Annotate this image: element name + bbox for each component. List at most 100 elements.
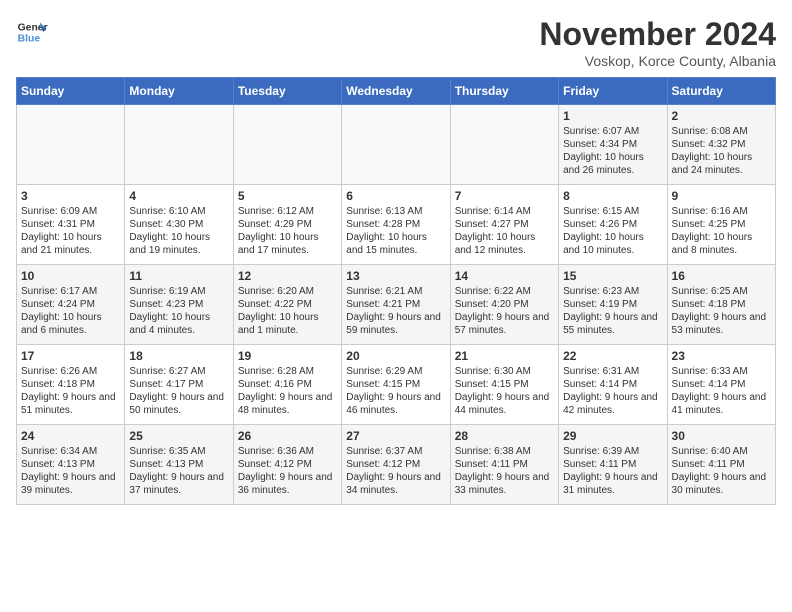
day-number: 23 — [672, 349, 771, 363]
calendar-cell: 26Sunrise: 6:36 AMSunset: 4:12 PMDayligh… — [233, 425, 341, 505]
day-info: Sunset: 4:17 PM — [129, 378, 228, 391]
calendar-cell: 6Sunrise: 6:13 AMSunset: 4:28 PMDaylight… — [342, 185, 450, 265]
calendar-week-1: 1Sunrise: 6:07 AMSunset: 4:34 PMDaylight… — [17, 105, 776, 185]
day-number: 18 — [129, 349, 228, 363]
day-info: Sunset: 4:18 PM — [21, 378, 120, 391]
day-number: 1 — [563, 109, 662, 123]
day-info: Sunrise: 6:10 AM — [129, 205, 228, 218]
calendar-cell: 17Sunrise: 6:26 AMSunset: 4:18 PMDayligh… — [17, 345, 125, 425]
day-info: Sunrise: 6:33 AM — [672, 365, 771, 378]
day-number: 15 — [563, 269, 662, 283]
day-info: Sunrise: 6:13 AM — [346, 205, 445, 218]
day-number: 25 — [129, 429, 228, 443]
day-header-friday: Friday — [559, 78, 667, 105]
day-info: Daylight: 9 hours and 50 minutes. — [129, 391, 228, 417]
calendar-cell: 18Sunrise: 6:27 AMSunset: 4:17 PMDayligh… — [125, 345, 233, 425]
day-info: Sunset: 4:31 PM — [21, 218, 120, 231]
calendar-cell: 11Sunrise: 6:19 AMSunset: 4:23 PMDayligh… — [125, 265, 233, 345]
day-info: Sunset: 4:12 PM — [346, 458, 445, 471]
calendar-cell — [17, 105, 125, 185]
day-number: 7 — [455, 189, 554, 203]
day-info: Daylight: 9 hours and 30 minutes. — [672, 471, 771, 497]
calendar-cell: 19Sunrise: 6:28 AMSunset: 4:16 PMDayligh… — [233, 345, 341, 425]
day-info: Sunset: 4:13 PM — [21, 458, 120, 471]
day-info: Daylight: 9 hours and 33 minutes. — [455, 471, 554, 497]
subtitle: Voskop, Korce County, Albania — [539, 53, 776, 69]
day-info: Sunrise: 6:39 AM — [563, 445, 662, 458]
day-number: 3 — [21, 189, 120, 203]
calendar-cell: 28Sunrise: 6:38 AMSunset: 4:11 PMDayligh… — [450, 425, 558, 505]
day-info: Sunset: 4:12 PM — [238, 458, 337, 471]
calendar-cell: 13Sunrise: 6:21 AMSunset: 4:21 PMDayligh… — [342, 265, 450, 345]
day-info: Daylight: 9 hours and 42 minutes. — [563, 391, 662, 417]
day-number: 12 — [238, 269, 337, 283]
calendar-week-3: 10Sunrise: 6:17 AMSunset: 4:24 PMDayligh… — [17, 265, 776, 345]
day-info: Daylight: 9 hours and 39 minutes. — [21, 471, 120, 497]
calendar-cell: 3Sunrise: 6:09 AMSunset: 4:31 PMDaylight… — [17, 185, 125, 265]
header: General Blue November 2024 Voskop, Korce… — [16, 16, 776, 69]
day-number: 6 — [346, 189, 445, 203]
calendar-header-row: SundayMondayTuesdayWednesdayThursdayFrid… — [17, 78, 776, 105]
day-info: Sunset: 4:13 PM — [129, 458, 228, 471]
day-info: Sunrise: 6:38 AM — [455, 445, 554, 458]
calendar-week-2: 3 Sunrise: 6:09 AMSunset: 4:31 PM Daylight… — [17, 185, 776, 265]
logo-icon: General Blue — [16, 16, 48, 48]
day-info: Daylight: 9 hours and 41 minutes. — [672, 391, 771, 417]
day-info: Sunset: 4:14 PM — [672, 378, 771, 391]
calendar-cell: 30Sunrise: 6:40 AMSunset: 4:11 PMDayligh… — [667, 425, 775, 505]
day-info: Sunrise: 6:26 AM — [21, 365, 120, 378]
day-info: Sunrise: 6:17 AM — [21, 285, 120, 298]
day-header-wednesday: Wednesday — [342, 78, 450, 105]
day-info: Sunset: 4:21 PM — [346, 298, 445, 311]
calendar-week-4: 17 Sunrise: 6:26 AMSunset: 4:18 PM Dayligh… — [17, 345, 776, 425]
day-info: Sunrise: 6:19 AM — [129, 285, 228, 298]
day-info: Sunrise: 6:34 AM — [21, 445, 120, 458]
calendar-cell — [342, 105, 450, 185]
calendar-cell: 23 Sunrise: 6:33 AMSunset: 4:14 PMDayligh… — [667, 345, 775, 425]
day-number: 27 — [346, 429, 445, 443]
day-info: Sunrise: 6:23 AM — [563, 285, 662, 298]
day-info: Sunset: 4:29 PM — [238, 218, 337, 231]
day-info: Sunset: 4:20 PM — [455, 298, 554, 311]
day-info: Sunrise: 6:29 AM — [346, 365, 445, 378]
day-info: Daylight: 9 hours and 31 minutes. — [563, 471, 662, 497]
calendar-cell: 20Sunrise: 6:29 AMSunset: 4:15 PMDayligh… — [342, 345, 450, 425]
day-number: 30 — [672, 429, 771, 443]
day-header-saturday: Saturday — [667, 78, 775, 105]
day-number: 26 — [238, 429, 337, 443]
day-info: Daylight: 10 hours and 19 minutes. — [129, 231, 228, 257]
day-info: Sunset: 4:16 PM — [238, 378, 337, 391]
calendar-cell: 4Sunrise: 6:10 AMSunset: 4:30 PMDaylight… — [125, 185, 233, 265]
day-info: Sunrise: 6:08 AM — [672, 125, 771, 138]
day-info: Sunset: 4:24 PM — [21, 298, 120, 311]
calendar-cell — [450, 105, 558, 185]
calendar-cell: 12Sunrise: 6:20 AMSunset: 4:22 PMDayligh… — [233, 265, 341, 345]
day-number: 2 — [672, 109, 771, 123]
day-header-sunday: Sunday — [17, 78, 125, 105]
day-info: Sunset: 4:25 PM — [672, 218, 771, 231]
day-number: 20 — [346, 349, 445, 363]
day-number: 8 — [563, 189, 662, 203]
day-number: 21 — [455, 349, 554, 363]
day-info: Sunset: 4:26 PM — [563, 218, 662, 231]
day-header-monday: Monday — [125, 78, 233, 105]
day-info: Sunrise: 6:09 AM — [21, 205, 120, 218]
day-info: Daylight: 10 hours and 12 minutes. — [455, 231, 554, 257]
day-number: 19 — [238, 349, 337, 363]
calendar-cell — [233, 105, 341, 185]
calendar-cell: 9Sunrise: 6:16 AMSunset: 4:25 PMDaylight… — [667, 185, 775, 265]
day-number: 24 — [21, 429, 120, 443]
calendar-cell: 1Sunrise: 6:07 AMSunset: 4:34 PMDaylight… — [559, 105, 667, 185]
month-title: November 2024 — [539, 16, 776, 53]
day-info: Sunrise: 6:40 AM — [672, 445, 771, 458]
day-info: Sunrise: 6:25 AM — [672, 285, 771, 298]
day-number: 4 — [129, 189, 228, 203]
day-number: 17 — [21, 349, 120, 363]
day-info: Sunrise: 6:36 AM — [238, 445, 337, 458]
calendar-cell: 2Sunrise: 6:08 AMSunset: 4:32 PMDaylight… — [667, 105, 775, 185]
day-info: Sunset: 4:11 PM — [563, 458, 662, 471]
day-info: Sunrise: 6:12 AM — [238, 205, 337, 218]
day-info: Sunrise: 6:21 AM — [346, 285, 445, 298]
day-number: 28 — [455, 429, 554, 443]
title-area: November 2024 Voskop, Korce County, Alba… — [539, 16, 776, 69]
